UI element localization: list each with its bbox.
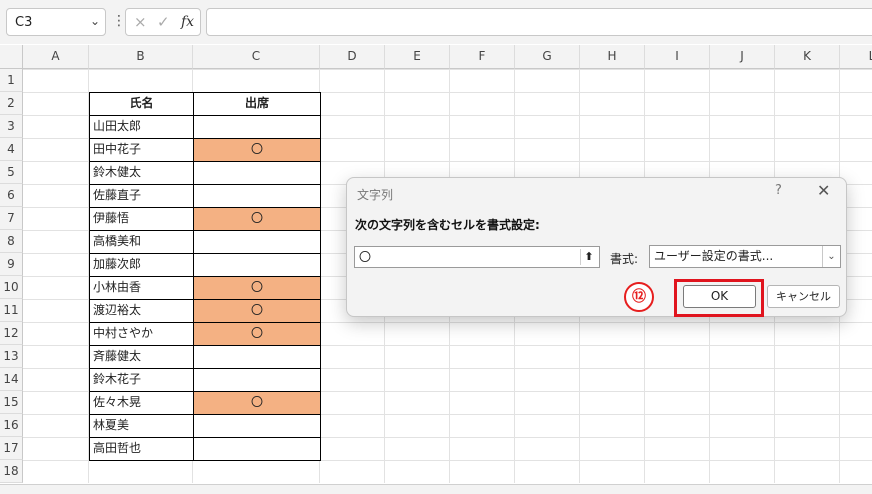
row-header-10[interactable]: 10 [0, 276, 23, 299]
name-cell[interactable]: 中村さやか [89, 322, 194, 346]
name-cell[interactable]: 林夏美 [89, 414, 194, 438]
name-cell[interactable]: 高田哲也 [89, 437, 194, 461]
column-header-c[interactable]: C [193, 45, 320, 69]
column-header-i[interactable]: I [645, 45, 710, 69]
row-header-11[interactable]: 11 [0, 299, 23, 322]
attendance-cell[interactable] [193, 115, 321, 139]
attendance-cell[interactable]: 〇 [193, 276, 321, 300]
attendance-cell[interactable] [193, 253, 321, 277]
dialog-title: 文字列 [357, 188, 394, 202]
select-all-corner[interactable] [0, 45, 23, 69]
step-badge: ⑫ [624, 282, 654, 312]
name-cell[interactable]: 佐々木晃 [89, 391, 194, 415]
column-header-k[interactable]: K [775, 45, 840, 69]
name-box-value: C3 [15, 15, 33, 30]
attendance-cell[interactable] [193, 368, 321, 392]
column-header-g[interactable]: G [515, 45, 580, 69]
name-cell[interactable]: 斉藤健太 [89, 345, 194, 369]
formula-buttons: × ✓ fx [125, 8, 201, 36]
attendance-cell[interactable]: 〇 [193, 138, 321, 162]
enter-check-icon[interactable]: ✓ [157, 13, 170, 31]
chevron-down-icon[interactable]: ⌄ [90, 14, 100, 28]
attendance-cell[interactable] [193, 230, 321, 254]
row-header-14[interactable]: 14 [0, 368, 23, 391]
row-header-18[interactable]: 18 [0, 460, 23, 483]
table-header-attend[interactable]: 出席 [193, 92, 321, 116]
attendance-cell[interactable]: 〇 [193, 207, 321, 231]
row-header-1[interactable]: 1 [0, 69, 23, 92]
cancel-entry-icon[interactable]: × [134, 13, 147, 31]
row-header-3[interactable]: 3 [0, 115, 23, 138]
column-header-h[interactable]: H [580, 45, 645, 69]
row-header-12[interactable]: 12 [0, 322, 23, 345]
text-input[interactable]: 〇 ⬆ [354, 246, 600, 268]
attendance-cell[interactable] [193, 161, 321, 185]
attendance-cell[interactable] [193, 184, 321, 208]
attendance-cell[interactable] [193, 414, 321, 438]
attendance-cell[interactable]: 〇 [193, 299, 321, 323]
column-header-d[interactable]: D [320, 45, 385, 69]
format-select-value: ユーザー設定の書式... [654, 249, 774, 263]
row-header-13[interactable]: 13 [0, 345, 23, 368]
format-select[interactable]: ユーザー設定の書式... ⌄ [649, 245, 841, 268]
insert-function-icon[interactable]: fx [181, 14, 194, 30]
row-header-17[interactable]: 17 [0, 437, 23, 460]
column-header-e[interactable]: E [385, 45, 450, 69]
dialog-instruction: 次の文字列を含むセルを書式設定: [355, 218, 540, 232]
row-header-4[interactable]: 4 [0, 138, 23, 161]
text-contains-dialog: 文字列 ? ✕ 次の文字列を含むセルを書式設定: 〇 ⬆ 書式: ユーザー設定の… [346, 177, 847, 317]
row-header-5[interactable]: 5 [0, 161, 23, 184]
name-cell[interactable]: 加藤次郎 [89, 253, 194, 277]
name-box[interactable]: C3 ⌄ [6, 8, 106, 36]
name-cell[interactable]: 山田太郎 [89, 115, 194, 139]
name-cell[interactable]: 伊藤悟 [89, 207, 194, 231]
column-header-b[interactable]: B [89, 45, 193, 69]
table-header-name[interactable]: 氏名 [89, 92, 194, 116]
row-header-6[interactable]: 6 [0, 184, 23, 207]
attendance-cell[interactable]: 〇 [193, 322, 321, 346]
row-header-16[interactable]: 16 [0, 414, 23, 437]
format-label: 書式: [610, 252, 639, 266]
row-header-7[interactable]: 7 [0, 207, 23, 230]
attendance-cell[interactable] [193, 345, 321, 369]
name-cell[interactable]: 小林由香 [89, 276, 194, 300]
row-header-15[interactable]: 15 [0, 391, 23, 414]
name-cell[interactable]: 鈴木花子 [89, 368, 194, 392]
more-options-icon[interactable]: ⋮ [112, 13, 126, 29]
help-icon[interactable]: ? [775, 183, 782, 198]
formula-input[interactable] [206, 8, 872, 36]
attendance-cell[interactable] [193, 437, 321, 461]
row-header-9[interactable]: 9 [0, 253, 23, 276]
name-cell[interactable]: 田中花子 [89, 138, 194, 162]
row-header-8[interactable]: 8 [0, 230, 23, 253]
column-header-l[interactable]: L [840, 45, 872, 69]
formula-bar: C3 ⌄ ⋮ × ✓ fx [0, 0, 872, 44]
column-header-f[interactable]: F [450, 45, 515, 69]
cancel-button[interactable]: キャンセル [767, 285, 840, 308]
attendance-cell[interactable]: 〇 [193, 391, 321, 415]
name-cell[interactable]: 佐藤直子 [89, 184, 194, 208]
column-header-j[interactable]: J [710, 45, 775, 69]
collapse-range-icon[interactable]: ⬆ [580, 249, 597, 265]
name-cell[interactable]: 鈴木健太 [89, 161, 194, 185]
text-input-value: 〇 [359, 250, 372, 264]
name-cell[interactable]: 高橋美和 [89, 230, 194, 254]
row-header-2[interactable]: 2 [0, 92, 23, 115]
close-icon[interactable]: ✕ [817, 181, 830, 200]
chevron-down-icon[interactable]: ⌄ [822, 246, 840, 267]
ok-button[interactable]: OK [683, 285, 756, 308]
name-cell[interactable]: 渡辺裕太 [89, 299, 194, 323]
column-header-a[interactable]: A [23, 45, 89, 69]
